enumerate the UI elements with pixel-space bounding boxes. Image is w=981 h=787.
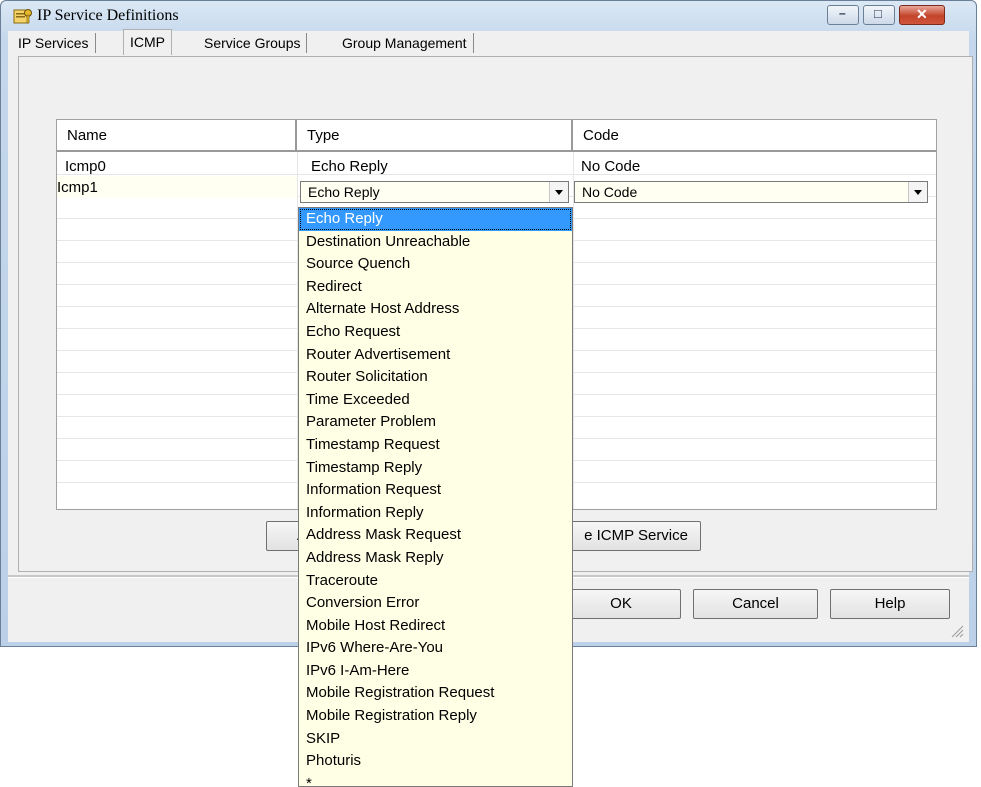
minimize-button[interactable]: – xyxy=(827,5,859,25)
chevron-down-icon[interactable] xyxy=(549,182,568,202)
dropdown-option[interactable]: Destination Unreachable xyxy=(299,231,572,254)
dropdown-option[interactable]: Photuris xyxy=(299,750,572,773)
column-divider xyxy=(573,152,574,509)
dropdown-option[interactable]: Conversion Error xyxy=(299,592,572,615)
dropdown-option[interactable]: IPv6 Where-Are-You xyxy=(299,637,572,660)
row-type-cell[interactable]: Echo Reply xyxy=(311,158,388,175)
column-header-type[interactable]: Type xyxy=(297,120,573,152)
chevron-down-icon[interactable] xyxy=(908,182,927,202)
type-dropdown-list[interactable]: Echo Reply Destination Unreachable Sourc… xyxy=(298,207,573,787)
maximize-button[interactable]: □ xyxy=(863,5,895,25)
maximize-icon: □ xyxy=(874,6,882,21)
dropdown-option[interactable]: Parameter Problem xyxy=(299,411,572,434)
dropdown-option[interactable]: Echo Reply xyxy=(299,208,572,231)
window-title: IP Service Definitions xyxy=(37,7,179,24)
dropdown-option[interactable]: Address Mask Reply xyxy=(299,547,572,570)
dropdown-option[interactable]: Information Request xyxy=(299,479,572,502)
key-folder-icon xyxy=(13,9,32,24)
dropdown-option[interactable]: Echo Request xyxy=(299,321,572,344)
dropdown-option[interactable]: Mobile Registration Reply xyxy=(299,705,572,728)
close-button[interactable]: ✕ xyxy=(899,5,945,25)
cancel-button[interactable]: Cancel xyxy=(693,589,818,619)
dropdown-option[interactable]: Alternate Host Address xyxy=(299,298,572,321)
dropdown-option[interactable]: Timestamp Request xyxy=(299,434,572,457)
remove-icmp-service-button[interactable]: e ICMP Service xyxy=(551,521,701,551)
type-combo-value: Echo Reply xyxy=(308,184,380,200)
resize-grip-icon[interactable] xyxy=(950,624,964,638)
row-code-cell[interactable]: No Code xyxy=(581,158,640,175)
dropdown-option[interactable]: IPv6 I-Am-Here xyxy=(299,660,572,683)
dropdown-option[interactable]: Router Solicitation xyxy=(299,366,572,389)
dropdown-option[interactable]: Information Reply xyxy=(299,502,572,525)
type-combo[interactable]: Echo Reply xyxy=(300,181,569,203)
row-name-cell[interactable]: Icmp1 xyxy=(57,179,98,196)
row-name-cell[interactable]: Icmp0 xyxy=(65,158,106,175)
minimize-icon: – xyxy=(839,6,846,20)
dropdown-option[interactable]: Time Exceeded xyxy=(299,389,572,412)
tab-service-groups[interactable]: Service Groups xyxy=(198,33,308,53)
dropdown-option[interactable]: Redirect xyxy=(299,276,572,299)
tab-group-management[interactable]: Group Management xyxy=(336,33,474,53)
ok-button[interactable]: OK xyxy=(561,589,681,619)
close-icon: ✕ xyxy=(916,6,928,22)
dropdown-option[interactable]: Mobile Host Redirect xyxy=(299,615,572,638)
dropdown-option[interactable]: SKIP xyxy=(299,728,572,751)
help-button[interactable]: Help xyxy=(830,589,950,619)
row-line xyxy=(57,174,936,175)
column-header-name[interactable]: Name xyxy=(57,120,297,152)
dropdown-option[interactable]: Router Advertisement xyxy=(299,344,572,367)
tab-ip-services[interactable]: IP Services xyxy=(12,33,96,53)
title-bar[interactable]: IP Service Definitions – □ ✕ xyxy=(1,1,976,31)
dropdown-option[interactable]: Source Quench xyxy=(299,253,572,276)
code-combo-value: No Code xyxy=(582,184,638,200)
column-header-code[interactable]: Code xyxy=(573,120,936,152)
dropdown-option[interactable]: Traceroute xyxy=(299,570,572,593)
tab-icmp[interactable]: ICMP xyxy=(123,29,172,55)
dropdown-option[interactable]: * xyxy=(299,773,572,786)
code-combo[interactable]: No Code xyxy=(574,181,928,203)
dropdown-option[interactable]: Timestamp Reply xyxy=(299,457,572,480)
dropdown-option[interactable]: Address Mask Request xyxy=(299,524,572,547)
dropdown-option[interactable]: Mobile Registration Request xyxy=(299,682,572,705)
